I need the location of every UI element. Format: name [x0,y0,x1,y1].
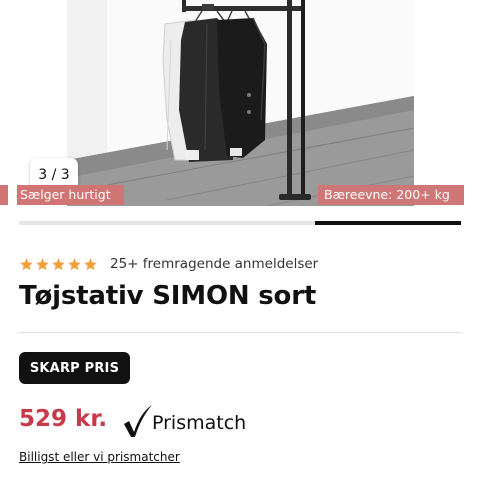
product-image-gallery[interactable]: 3 / 3 Sælger hurtigt Bæreevne: 200+ kg [0,0,480,206]
star-icon [84,257,97,270]
star-icon [36,257,49,270]
star-icon [52,257,65,270]
checkmark-icon [124,405,152,437]
previous-slide-tag [0,185,8,205]
review-count-text: 25+ fremragende anmeldelser [110,256,319,272]
star-icon [68,257,81,270]
load-capacity-tag: Bæreevne: 200+ kg [318,185,464,205]
gallery-progress-bar [19,221,461,225]
prismatch-logo: Prismatch [122,404,246,438]
star-icon [20,257,33,270]
product-title: Tøjstativ SIMON sort [19,281,317,311]
product-price: 529 kr. [19,406,108,432]
sharp-price-badge: SKARP PRIS [19,352,130,384]
sells-fast-tag: Sælger hurtigt [17,185,124,205]
rating-summary[interactable]: 25+ fremragende anmeldelser [19,256,318,272]
divider [19,332,461,333]
price-match-link[interactable]: Billigst eller vi prismatcher [19,450,180,464]
gallery-progress-fill [315,221,461,225]
product-photo [67,0,414,206]
prismatch-label: Prismatch [152,412,247,434]
star-rating [19,257,98,272]
